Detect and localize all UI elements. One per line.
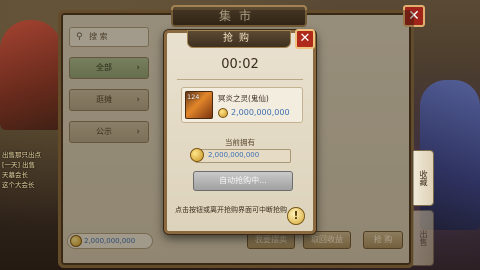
tab-sell[interactable]: 出售 <box>412 210 434 266</box>
tab-favorites[interactable]: 收藏 <box>412 150 434 206</box>
divider <box>177 79 303 80</box>
chat-line: 天墓会长 <box>2 171 28 179</box>
warning-icon[interactable]: ! <box>287 207 305 225</box>
close-icon: ✕ <box>299 31 311 46</box>
hint-text: 点击按钮或离开抢购界面可中断抢购 <box>175 206 287 214</box>
dialog-close-button[interactable]: ✕ <box>295 29 315 49</box>
chat-log: 出售那只出点 [一天] 出售 天墓会长 这个大会长 <box>2 150 62 190</box>
owned-balance: 2,000,000,000 <box>190 148 291 163</box>
scene-character-left <box>0 20 62 130</box>
item-level: 124 <box>187 93 200 101</box>
chat-line: 这个大会长 <box>2 181 35 189</box>
dialog-title: 抢购 <box>187 30 291 48</box>
chat-line: 出售那只出点 <box>2 151 41 159</box>
countdown-timer: 00:02 <box>221 57 259 72</box>
item-icon: 124 <box>185 91 213 119</box>
owned-label: 当前拥有 <box>225 138 255 147</box>
chat-line: [一天] 出售 <box>2 161 36 169</box>
item-card: 124 冥炎之灵(鬼仙) 2,000,000,000 <box>181 87 303 123</box>
market-right-tabs: 收藏 出售 <box>412 30 434 270</box>
item-name: 冥炎之灵(鬼仙) <box>218 94 269 103</box>
snap-buy-dialog: 抢购 ✕ 00:02 124 冥炎之灵(鬼仙) 2,000,000,000 当前… <box>164 29 316 234</box>
item-price: 2,000,000,000 <box>231 108 290 117</box>
coin-icon <box>218 108 228 118</box>
coin-icon <box>190 148 204 162</box>
auto-buy-button[interactable]: 自动抢购中... <box>193 171 293 191</box>
owned-value: 2,000,000,000 <box>208 151 260 159</box>
